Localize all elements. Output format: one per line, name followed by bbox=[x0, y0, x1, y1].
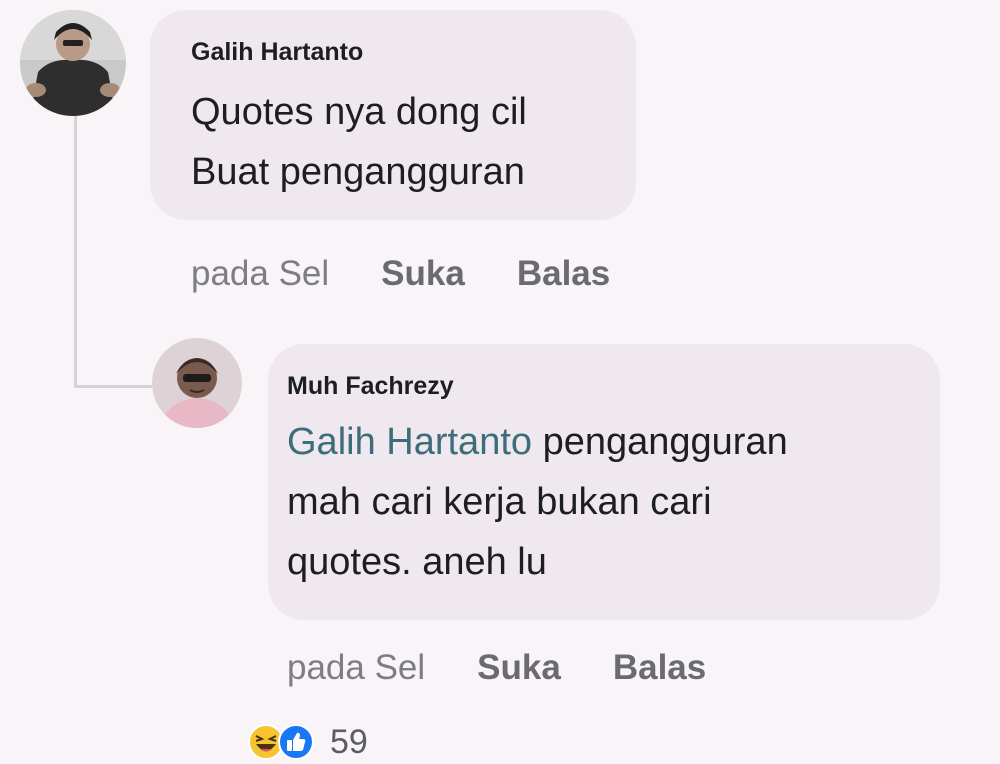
comment-author[interactable]: Galih Hartanto bbox=[191, 38, 363, 67]
reply-text: Galih Hartanto pengangguran mah cari ker… bbox=[287, 412, 788, 592]
reply-button[interactable]: Balas bbox=[613, 648, 706, 687]
like-button[interactable]: Suka bbox=[477, 648, 561, 687]
avatar-galih[interactable] bbox=[20, 10, 126, 116]
reply-text-line: Galih Hartanto pengangguran bbox=[287, 412, 788, 472]
avatar-muh[interactable] bbox=[152, 338, 242, 428]
reaction-summary[interactable]: 59 bbox=[248, 722, 368, 762]
reply-text-line: mah cari kerja bukan cari bbox=[287, 481, 712, 523]
comment-timestamp[interactable]: pada Sel bbox=[191, 254, 329, 293]
like-icon bbox=[278, 724, 314, 760]
comment-text-line: Buat pengangguran bbox=[191, 151, 525, 193]
reply-button[interactable]: Balas bbox=[517, 254, 610, 293]
comment-text-line: Quotes nya dong cil bbox=[191, 91, 527, 133]
mention-link[interactable]: Galih Hartanto bbox=[287, 421, 532, 463]
reply-timestamp[interactable]: pada Sel bbox=[287, 648, 425, 687]
thread-connector-line bbox=[74, 116, 77, 388]
reply-author[interactable]: Muh Fachrezy bbox=[287, 372, 454, 401]
reply-text-fragment: pengangguran bbox=[532, 421, 788, 463]
thread-reply-branch bbox=[74, 385, 152, 388]
comment-actions: pada Sel Suka Balas bbox=[191, 254, 610, 294]
comment-text: Quotes nya dong cil Buat pengangguran bbox=[191, 82, 527, 202]
reply-text-line: quotes. aneh lu bbox=[287, 541, 547, 583]
like-button[interactable]: Suka bbox=[381, 254, 465, 293]
reply-actions: pada Sel Suka Balas bbox=[287, 648, 706, 688]
reaction-count: 59 bbox=[330, 722, 368, 761]
